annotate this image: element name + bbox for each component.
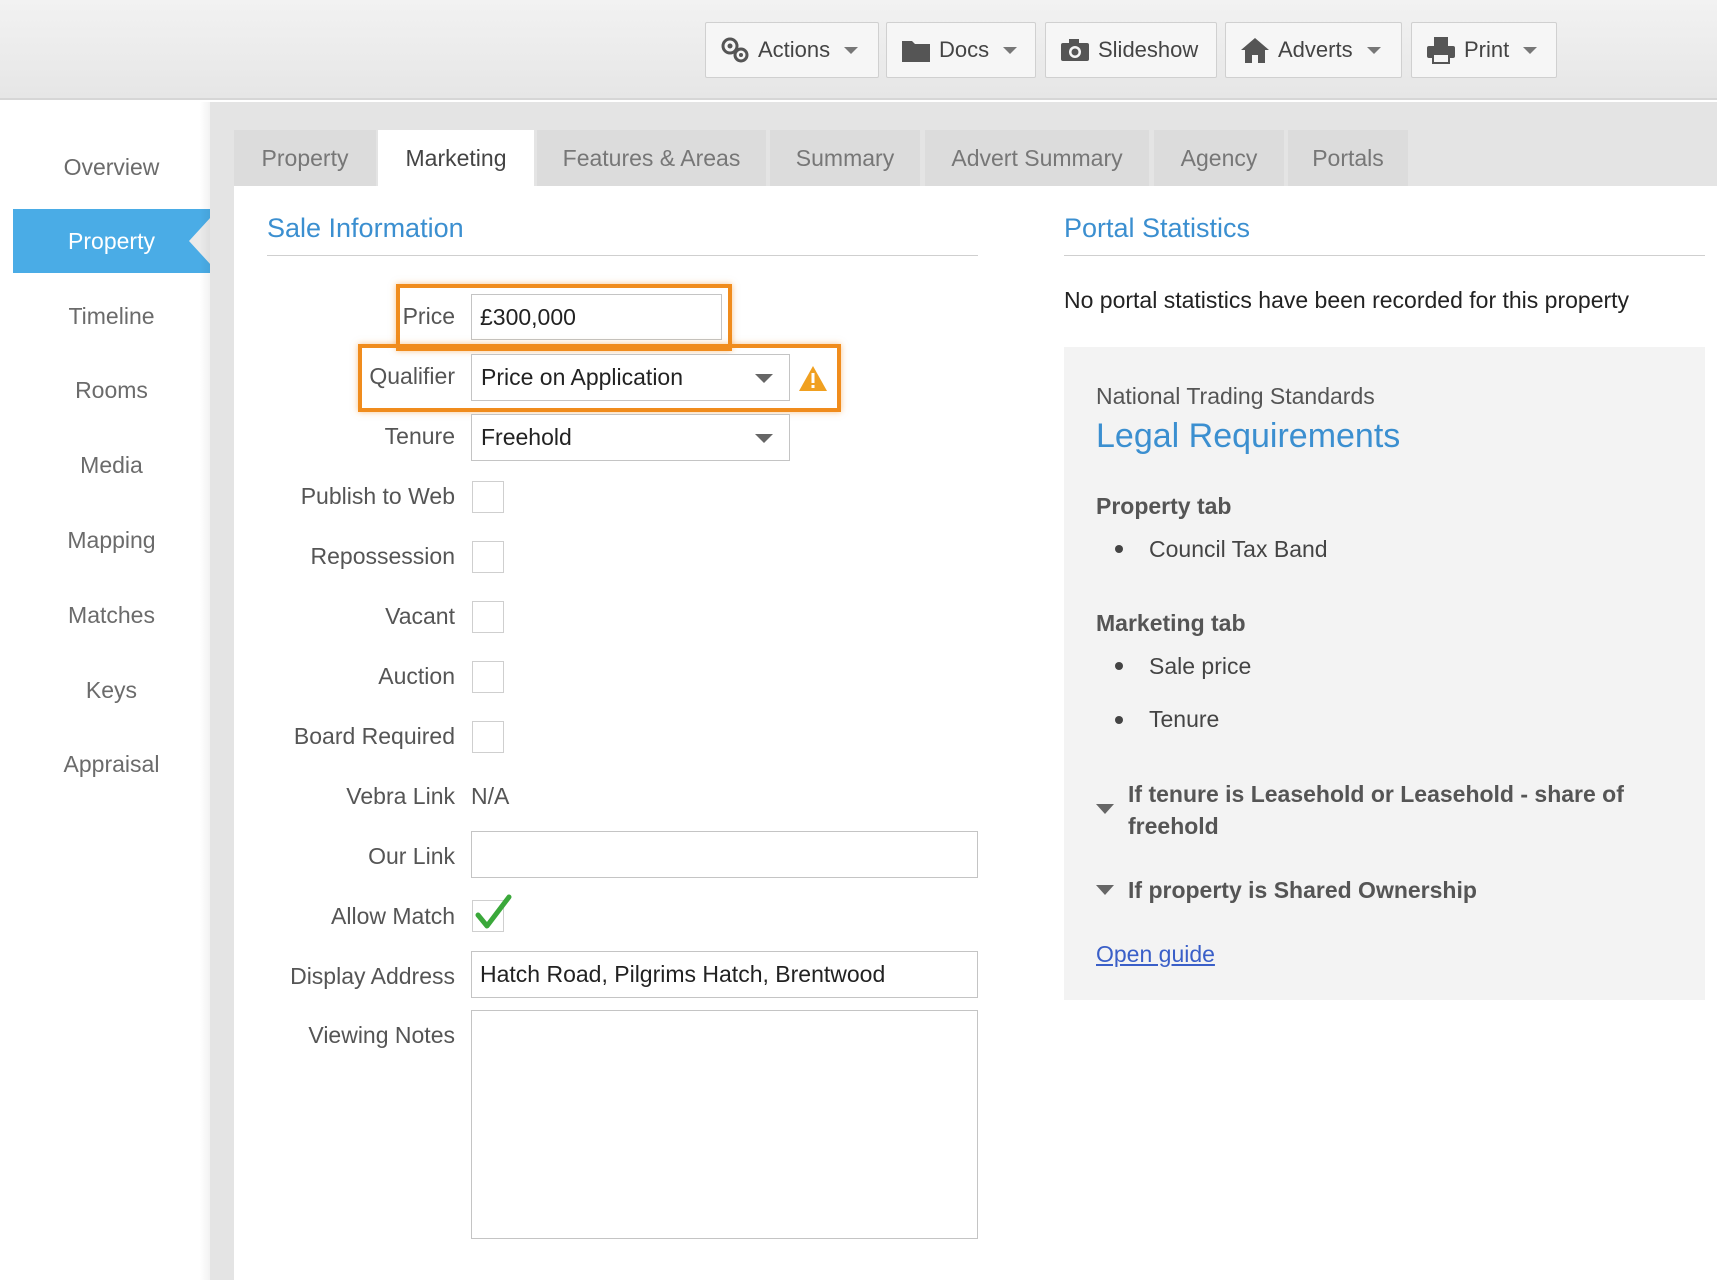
- viewing-notes-textarea[interactable]: [471, 1010, 978, 1239]
- vebra-link-label: Vebra Link: [346, 783, 455, 809]
- viewing-notes-label: Viewing Notes: [308, 1022, 455, 1048]
- docs-label: Docs: [939, 37, 990, 62]
- leasehold-toggle-line2[interactable]: freehold: [1128, 813, 1219, 840]
- legal-kicker: National Trading Standards: [1096, 383, 1375, 409]
- tab-portals[interactable]: Portals: [1288, 130, 1408, 186]
- chevron-down-icon: [844, 46, 859, 54]
- leasehold-toggle-line1[interactable]: If tenure is Leasehold or Leasehold - sh…: [1128, 781, 1624, 808]
- nav-item-keys[interactable]: Keys: [13, 658, 210, 722]
- gutter: [210, 102, 234, 1280]
- nav-item-property[interactable]: Property: [13, 209, 211, 273]
- top-toolbar: Actions Docs Slideshow Adverts Print: [0, 0, 1717, 100]
- publish-to-web-checkbox[interactable]: [472, 481, 504, 513]
- chevron-down-icon: [755, 433, 773, 443]
- chevron-down-icon: [1003, 46, 1018, 54]
- publish-to-web-label: Publish to Web: [300, 483, 455, 509]
- nav-item-timeline[interactable]: Timeline: [13, 284, 210, 348]
- repossession-checkbox[interactable]: [472, 541, 504, 573]
- adverts-button[interactable]: Adverts: [1225, 22, 1402, 78]
- nav-item-appraisal[interactable]: Appraisal: [13, 732, 210, 796]
- bullet-icon: [1115, 716, 1123, 724]
- auction-checkbox[interactable]: [472, 661, 504, 693]
- print-button[interactable]: Print: [1411, 22, 1557, 78]
- repossession-label: Repossession: [310, 543, 455, 569]
- house-icon: [1240, 35, 1270, 65]
- docs-button[interactable]: Docs: [886, 22, 1036, 78]
- tenure-value: Freehold: [481, 424, 572, 450]
- board-required-checkbox[interactable]: [472, 721, 504, 753]
- nav-item-overview[interactable]: Overview: [13, 135, 210, 199]
- price-label: Price: [402, 303, 455, 329]
- tab-property[interactable]: Property: [234, 130, 376, 186]
- property-tab-heading: Property tab: [1096, 493, 1232, 519]
- portal-statistics-title: Portal Statistics: [1064, 213, 1251, 243]
- legal-title: Legal Requirements: [1096, 417, 1401, 455]
- expand-triangle-icon[interactable]: [1096, 885, 1114, 895]
- print-label: Print: [1464, 37, 1510, 62]
- our-link-label: Our Link: [368, 843, 455, 869]
- our-link-input[interactable]: [471, 831, 978, 878]
- chevron-down-icon: [1523, 46, 1538, 54]
- slideshow-button[interactable]: Slideshow: [1045, 22, 1217, 78]
- slideshow-label: Slideshow: [1098, 37, 1199, 62]
- open-guide-link[interactable]: Open guide: [1096, 941, 1215, 968]
- tab-agency[interactable]: Agency: [1154, 130, 1284, 186]
- display-address-label: Display Address: [290, 963, 455, 989]
- nav-item-rooms[interactable]: Rooms: [13, 358, 210, 422]
- tab-summary[interactable]: Summary: [770, 130, 920, 186]
- nav-item-matches[interactable]: Matches: [13, 583, 210, 647]
- property-tab-item: Council Tax Band: [1149, 536, 1328, 562]
- chevron-down-icon: [1366, 46, 1381, 54]
- bullet-icon: [1115, 662, 1123, 670]
- board-required-label: Board Required: [293, 723, 455, 749]
- nav-item-mapping[interactable]: Mapping: [13, 508, 210, 572]
- sale-information-title: Sale Information: [267, 213, 464, 243]
- portal-empty-message: No portal statistics have been recorded …: [1064, 287, 1630, 313]
- tab-marketing[interactable]: Marketing: [378, 130, 534, 186]
- checkmark-icon: [475, 894, 512, 929]
- chevron-down-icon: [755, 373, 773, 383]
- qualifier-value: Price on Application: [481, 364, 684, 390]
- vacant-label: Vacant: [385, 603, 455, 629]
- tenure-label: Tenure: [384, 423, 455, 449]
- bullet-icon: [1115, 545, 1123, 553]
- allow-match-checkbox[interactable]: [472, 894, 512, 932]
- sale-divider: [267, 255, 978, 256]
- price-input[interactable]: £300,000: [471, 294, 722, 340]
- marketing-tab-heading: Marketing tab: [1096, 610, 1246, 636]
- nav-shadow: [200, 102, 210, 1280]
- qualifier-label: Qualifier: [369, 363, 455, 389]
- adverts-label: Adverts: [1278, 37, 1353, 62]
- nav-item-media[interactable]: Media: [13, 433, 210, 497]
- vebra-link-value: N/A: [471, 783, 510, 809]
- tab-features-areas[interactable]: Features & Areas: [537, 130, 766, 186]
- auction-label: Auction: [378, 663, 455, 689]
- tab-advert-summary[interactable]: Advert Summary: [925, 130, 1149, 186]
- tenure-select[interactable]: Freehold: [471, 414, 790, 461]
- display-address-input[interactable]: Hatch Road, Pilgrims Hatch, Brentwood: [471, 951, 978, 998]
- warning-icon: [798, 365, 828, 397]
- marketing-tab-item: Sale price: [1149, 653, 1252, 679]
- folder-icon: [901, 35, 931, 65]
- printer-icon: [1426, 35, 1456, 65]
- allow-match-label: Allow Match: [331, 903, 455, 929]
- portal-divider: [1064, 255, 1705, 256]
- marketing-tab-item: Tenure: [1149, 706, 1220, 732]
- actions-button[interactable]: Actions: [705, 22, 879, 78]
- expand-triangle-icon[interactable]: [1096, 804, 1114, 814]
- gears-icon: [720, 35, 750, 65]
- vacant-checkbox[interactable]: [472, 601, 504, 633]
- qualifier-select[interactable]: Price on Application: [471, 354, 790, 401]
- shared-ownership-toggle[interactable]: If property is Shared Ownership: [1128, 877, 1477, 904]
- camera-icon: [1060, 35, 1090, 65]
- actions-label: Actions: [758, 37, 831, 62]
